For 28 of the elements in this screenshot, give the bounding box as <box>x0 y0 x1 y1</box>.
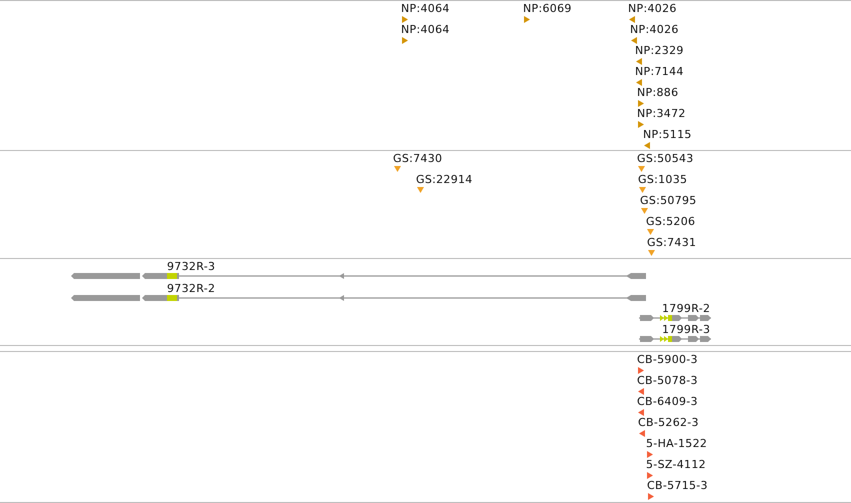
feature-label: GS:7431 <box>647 236 696 249</box>
feature-label: NP:4064 <box>401 2 450 15</box>
feature-label: GS:5206 <box>646 215 696 228</box>
feature-label: NP:4026 <box>630 23 679 36</box>
feature-label: NP:3472 <box>637 107 686 120</box>
transcript-label: 1799R-2 <box>662 302 710 315</box>
feature-label: 5-HA-1522 <box>646 437 708 450</box>
feature-label: GS:50543 <box>637 152 694 165</box>
feature-label: CB-5715-3 <box>647 479 708 492</box>
feature-label: GS:22914 <box>416 173 473 186</box>
transcript-label: 1799R-3 <box>662 323 710 336</box>
feature-label: NP:4026 <box>628 2 677 15</box>
feature-label: NP:886 <box>637 86 678 99</box>
feature-label: CB-5262-3 <box>638 416 699 429</box>
feature-label: NP:2329 <box>635 44 684 57</box>
feature-label: CB-6409-3 <box>637 395 698 408</box>
feature-label: GS:7430 <box>393 152 442 165</box>
feature-label: GS:1035 <box>638 173 688 186</box>
feature-label: NP:7144 <box>635 65 684 78</box>
transcript-label: 9732R-2 <box>167 282 216 295</box>
feature-label: GS:50795 <box>640 194 697 207</box>
feature-label: NP:5115 <box>643 128 692 141</box>
feature-label: CB-5900-3 <box>637 353 698 366</box>
feature-label: 5-SZ-4112 <box>646 458 706 471</box>
transcript-label: 9732R-3 <box>167 260 216 273</box>
feature-label: NP:4064 <box>401 23 450 36</box>
feature-label: CB-5078-3 <box>637 374 698 387</box>
feature-label: NP:6069 <box>523 2 572 15</box>
